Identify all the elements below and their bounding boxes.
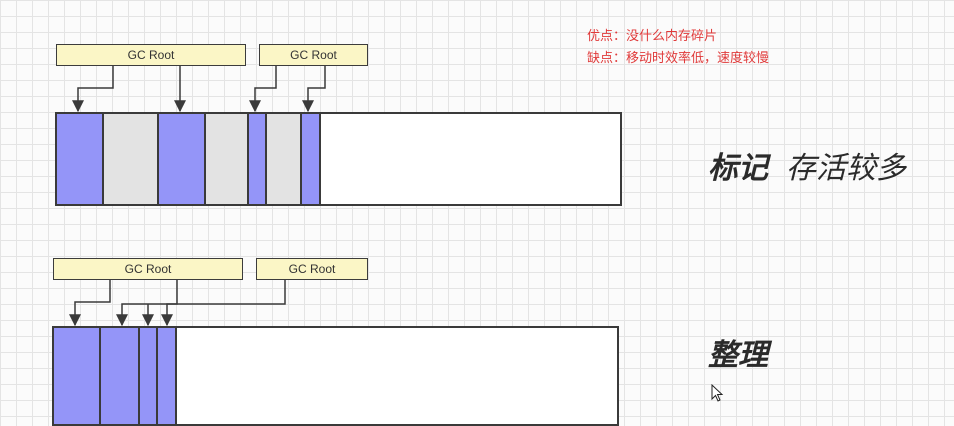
gc-root-box: GC Root	[259, 44, 368, 66]
gc-root-box: GC Root	[256, 258, 368, 280]
pros-cons-notes: 优点：没什么内存碎片 缺点：移动时效率低，速度较慢	[587, 26, 769, 70]
pros-text: 优点：没什么内存碎片	[587, 29, 718, 44]
gc-root-label: GC Root	[127, 48, 175, 62]
root-b-ref-3	[161, 280, 286, 327]
compact-phase-label: 整理	[708, 338, 768, 373]
live-object	[54, 328, 101, 424]
gc-root-label: GC Root	[288, 262, 336, 276]
garbage-object	[267, 114, 302, 204]
live-object	[57, 114, 104, 204]
live-object	[140, 328, 158, 424]
root-a-ref-3	[69, 280, 111, 327]
live-object	[159, 114, 206, 204]
live-object	[302, 114, 321, 204]
garbage-object	[206, 114, 249, 204]
heap-before-compaction	[55, 112, 622, 206]
root-b-ref-2	[302, 66, 326, 113]
gc-root-box: GC Root	[56, 44, 246, 66]
cons-text: 缺点：移动时效率低，速度较慢	[587, 51, 770, 66]
root-a-ref-4	[116, 280, 178, 327]
mouse-pointer-icon	[711, 384, 724, 402]
mark-title: 标记	[708, 151, 768, 186]
live-object	[101, 328, 140, 424]
gc-root-box: GC Root	[53, 258, 243, 280]
mark-subtitle: 存活较多	[786, 151, 906, 186]
root-a-ref-1	[72, 66, 114, 113]
mark-phase-label: 标记 存活较多	[708, 143, 906, 187]
gc-root-label: GC Root	[124, 262, 172, 276]
heap-after-compaction	[52, 326, 619, 426]
gc-root-label: GC Root	[290, 48, 337, 62]
live-object	[158, 328, 177, 424]
garbage-object	[104, 114, 159, 204]
live-object	[249, 114, 267, 204]
root-b-ref-1	[249, 66, 277, 113]
